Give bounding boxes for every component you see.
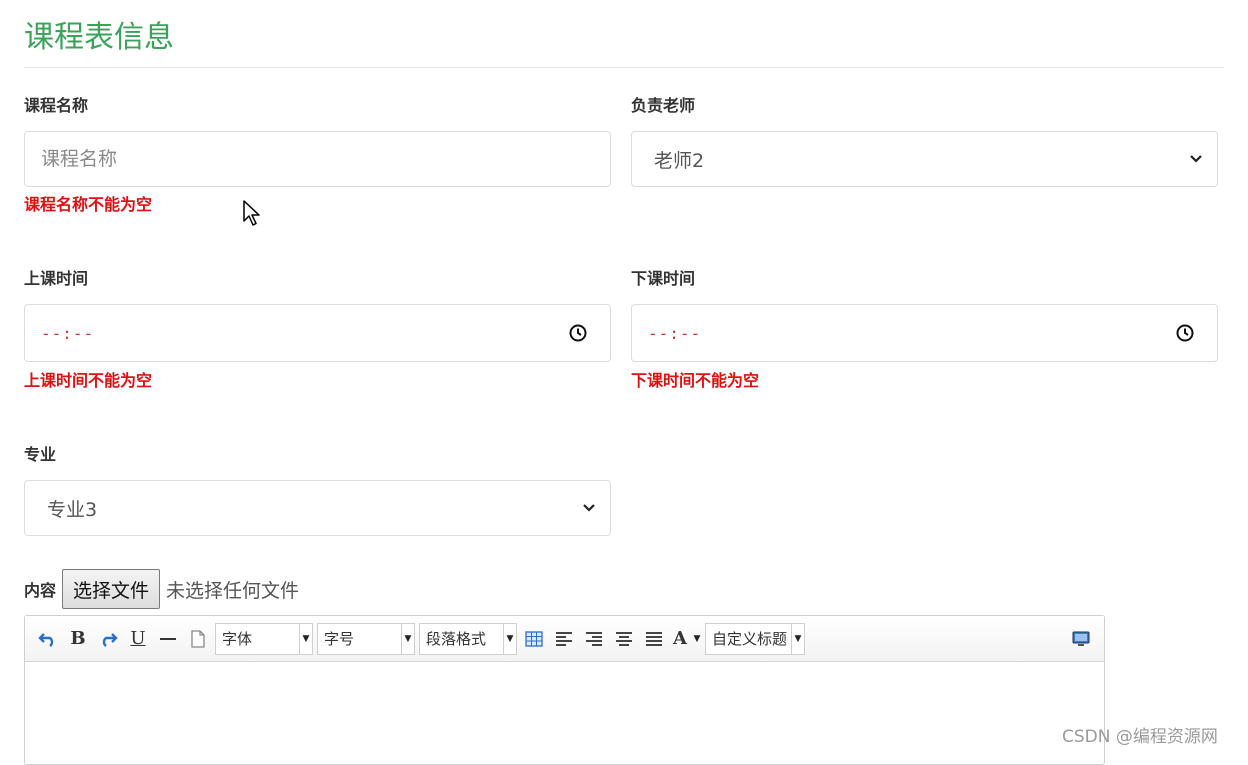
rich-text-editor: B U 字体 ▼ 字号 ▼ 段落格式 ▼ A ▼ 自定义标题 ▼ <box>24 615 1105 765</box>
teacher-select[interactable]: 老师2 <box>631 131 1218 187</box>
font-size-combo-label: 字号 <box>324 630 355 648</box>
undo-icon[interactable] <box>33 624 63 654</box>
align-left-icon[interactable] <box>549 624 579 654</box>
end-time-input[interactable]: --:-- <box>631 304 1218 362</box>
start-time-error: 上课时间不能为空 <box>24 371 153 390</box>
dropdown-arrow-icon: ▼ <box>401 623 414 654</box>
redo-icon[interactable] <box>93 624 123 654</box>
bold-button[interactable]: B <box>63 624 93 654</box>
chevron-down-icon <box>582 501 596 515</box>
course-name-error: 课程名称不能为空 <box>24 195 153 214</box>
content-file-row: 内容 选择文件 未选择任何文件 <box>24 568 299 610</box>
teacher-selected-value: 老师2 <box>654 149 705 172</box>
table-icon[interactable] <box>519 624 549 654</box>
start-time-input[interactable]: --:-- <box>24 304 611 362</box>
font-family-combo-label: 字体 <box>222 630 253 648</box>
custom-title-combo[interactable]: 自定义标题 ▼ <box>705 622 805 655</box>
font-family-combo[interactable]: 字体 ▼ <box>215 622 313 655</box>
course-name-label: 课程名称 <box>24 96 89 115</box>
mouse-cursor-icon <box>243 200 260 226</box>
course-name-input[interactable] <box>25 148 610 170</box>
start-time-value: --:-- <box>41 323 95 343</box>
clock-icon[interactable] <box>568 323 588 343</box>
paragraph-format-combo-label: 段落格式 <box>426 630 487 648</box>
chevron-down-icon <box>1189 152 1203 166</box>
underline-button[interactable]: U <box>123 624 153 654</box>
font-color-dropdown-icon[interactable]: ▼ <box>691 634 703 644</box>
horizontal-rule-icon[interactable] <box>153 624 183 654</box>
clock-icon[interactable] <box>1175 323 1195 343</box>
dropdown-arrow-icon: ▼ <box>299 623 312 654</box>
dropdown-arrow-icon: ▼ <box>503 623 516 654</box>
font-size-combo[interactable]: 字号 ▼ <box>317 622 415 655</box>
content-label: 内容 <box>24 581 57 600</box>
course-name-field[interactable] <box>24 131 611 187</box>
page-title: 课程表信息 <box>24 20 174 55</box>
end-time-value: --:-- <box>648 323 702 343</box>
choose-file-button[interactable]: 选择文件 <box>62 569 161 609</box>
editor-toolbar: B U 字体 ▼ 字号 ▼ 段落格式 ▼ A ▼ 自定义标题 ▼ <box>25 616 1104 662</box>
font-color-button[interactable]: A <box>669 624 691 654</box>
new-document-icon[interactable] <box>183 624 213 654</box>
watermark-text: CSDN @编程资源网 <box>1062 727 1218 747</box>
preview-monitor-icon[interactable] <box>1066 624 1096 654</box>
major-selected-value: 专业3 <box>47 498 98 521</box>
end-time-error: 下课时间不能为空 <box>631 371 760 390</box>
paragraph-format-combo[interactable]: 段落格式 ▼ <box>419 622 517 655</box>
title-divider <box>24 67 1224 68</box>
editor-content-area[interactable] <box>25 662 1104 765</box>
major-select[interactable]: 专业3 <box>24 480 611 536</box>
start-time-label: 上课时间 <box>24 269 89 288</box>
end-time-label: 下课时间 <box>631 269 696 288</box>
align-right-icon[interactable] <box>579 624 609 654</box>
align-center-icon[interactable] <box>609 624 639 654</box>
file-status-text: 未选择任何文件 <box>166 579 300 602</box>
dropdown-arrow-icon: ▼ <box>791 623 804 654</box>
teacher-label: 负责老师 <box>631 96 696 115</box>
major-label: 专业 <box>24 445 57 464</box>
align-justify-icon[interactable] <box>639 624 669 654</box>
custom-title-combo-label: 自定义标题 <box>712 630 788 648</box>
